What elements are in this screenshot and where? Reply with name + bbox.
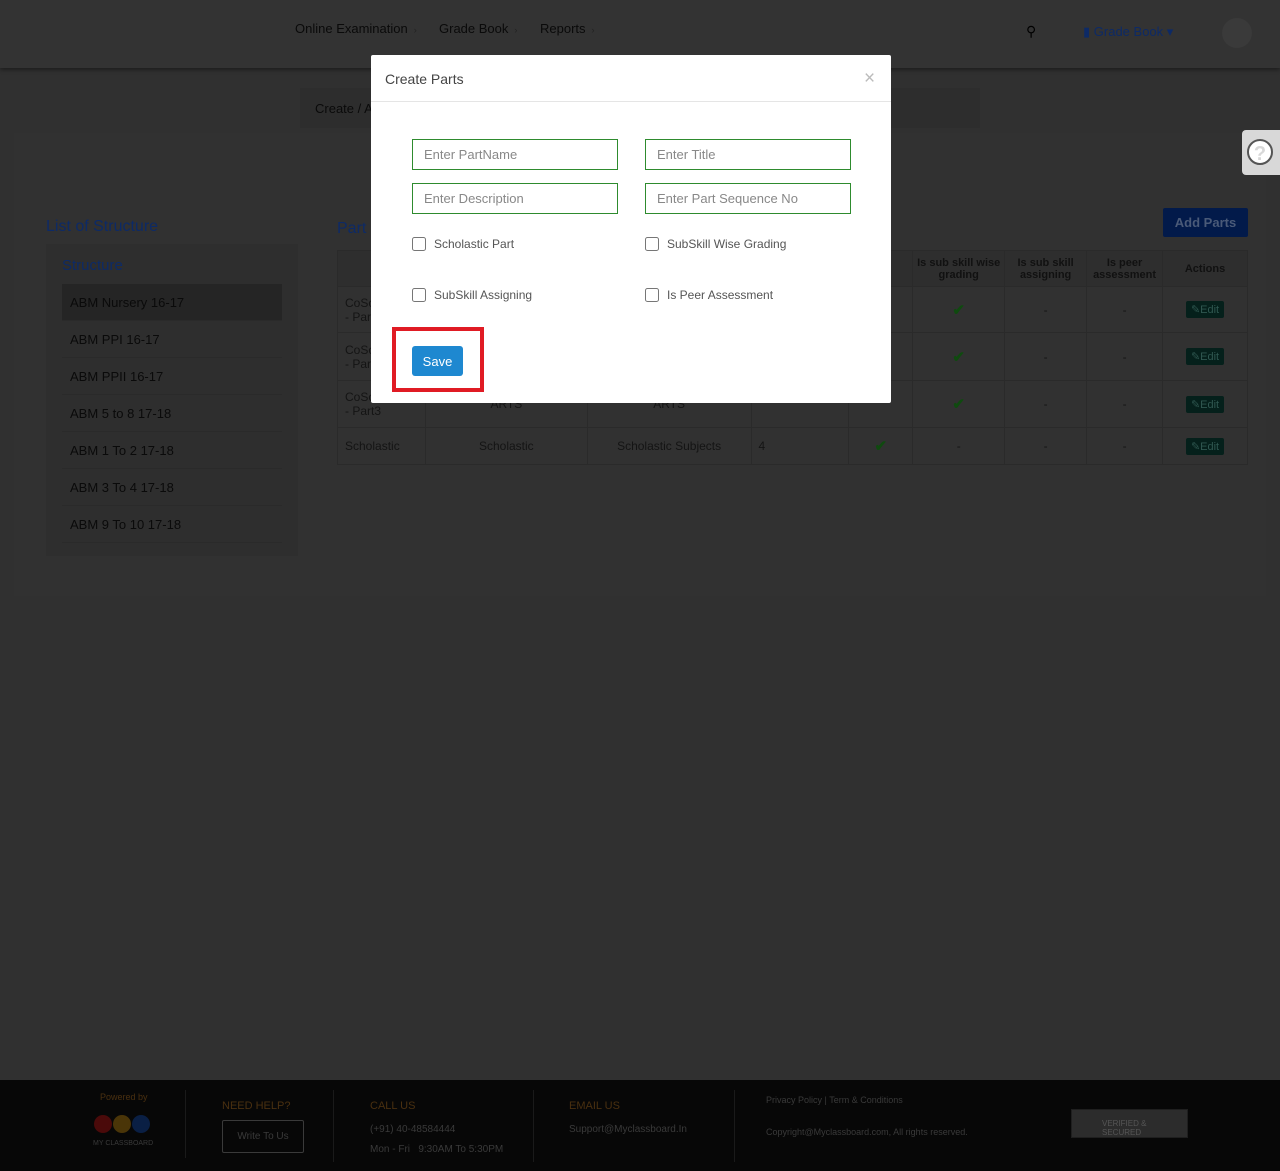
checkbox-label: Is Peer Assessment xyxy=(667,288,774,302)
checkbox-label: SubSkill Wise Grading xyxy=(667,237,787,251)
table-cell: ✔ xyxy=(912,380,1006,428)
email-us-heading: EMAIL US xyxy=(569,1100,620,1112)
table-cell: - xyxy=(912,427,1006,465)
structure-item[interactable]: ABM 5 to 8 17-18 xyxy=(62,395,282,432)
chevron-right-icon: › xyxy=(514,25,518,35)
logo-text: MY CLASSBOARD xyxy=(93,1140,154,1147)
checkbox[interactable] xyxy=(645,288,659,302)
part-name-input[interactable] xyxy=(412,139,618,170)
column-header: Is peer assessment xyxy=(1086,250,1164,287)
table-cell: - xyxy=(1004,380,1088,428)
search-icon[interactable]: ⚲ xyxy=(1026,23,1036,40)
table-cell: - xyxy=(1086,286,1164,333)
powered-by: Powered by xyxy=(100,1092,148,1102)
save-button[interactable]: Save xyxy=(412,346,463,376)
peer-assessment-checkbox[interactable]: Is Peer Assessment xyxy=(645,288,773,302)
chevron-right-icon: › xyxy=(413,25,417,35)
add-parts-button[interactable]: Add Parts xyxy=(1163,208,1248,237)
structure-item[interactable]: ABM 9 To 10 17-18 xyxy=(62,506,282,543)
table-cell: ✔ xyxy=(848,427,914,465)
checkbox[interactable] xyxy=(412,288,426,302)
column-header: Is sub skill assigning xyxy=(1004,250,1088,287)
privacy-policy-link[interactable]: Privacy Policy xyxy=(766,1095,822,1105)
table-cell: - xyxy=(1004,332,1088,381)
footer: Powered by MY CLASSBOARD NEED HELP? Writ… xyxy=(0,1080,1280,1171)
table-cell: Scholastic Subjects xyxy=(586,427,752,465)
actions-cell: ✎Edit xyxy=(1162,332,1248,381)
nav-reports[interactable]: Reports › xyxy=(540,21,595,36)
nav-grade-book[interactable]: Grade Book › xyxy=(439,21,517,36)
breadcrumb[interactable]: Create / A xyxy=(315,101,373,116)
modal-title: Create Parts xyxy=(385,71,464,87)
column-header: Actions xyxy=(1162,250,1248,287)
book-icon: ▮ xyxy=(1083,24,1091,39)
table-cell: - xyxy=(1086,332,1164,381)
nav-online-examination[interactable]: Online Examination › xyxy=(295,21,417,36)
nav-label: Reports xyxy=(540,21,586,36)
actions-cell: ✎Edit xyxy=(1162,380,1248,428)
table-cell: ✔ xyxy=(912,332,1006,381)
subskill-assigning-checkbox[interactable]: SubSkill Assigning xyxy=(412,288,532,302)
structure-item[interactable]: ABM PPII 16-17 xyxy=(62,358,282,395)
actions-cell: ✎Edit xyxy=(1162,427,1248,465)
edit-button[interactable]: ✎Edit xyxy=(1185,395,1225,413)
checkbox-label: SubSkill Assigning xyxy=(434,288,533,302)
actions-cell: ✎Edit xyxy=(1162,286,1248,333)
table-cell: - xyxy=(1086,380,1164,428)
chevron-right-icon: › xyxy=(591,25,595,35)
terms-link[interactable]: Term & Conditions xyxy=(829,1095,903,1105)
structure-item[interactable]: ABM Nursery 16-17 xyxy=(62,284,282,321)
parts-title: Part xyxy=(337,220,367,237)
table-cell: - xyxy=(1086,427,1164,465)
checkbox[interactable] xyxy=(412,237,426,251)
checkbox[interactable] xyxy=(645,237,659,251)
copyright: Copyright@Myclassboard.com, All rights r… xyxy=(766,1127,968,1137)
table-cell: ✔ xyxy=(912,286,1006,333)
table-cell: 4 xyxy=(750,427,850,465)
avatar[interactable] xyxy=(1222,18,1252,48)
table-row: Scholastic Scholastic Scholastic Subjects 4… xyxy=(337,427,1248,465)
scholastic-part-checkbox[interactable]: Scholastic Part xyxy=(412,237,514,251)
module-label: Grade Book xyxy=(1093,24,1164,39)
edit-button[interactable]: ✎Edit xyxy=(1185,301,1225,318)
sequence-input[interactable] xyxy=(645,183,851,214)
security-badge: VERIFIED & SECURED xyxy=(1071,1109,1188,1138)
call-us-heading: CALL US xyxy=(370,1100,416,1112)
phone-number: (+91) 40-48584444 xyxy=(370,1124,456,1135)
structure-item[interactable]: ABM 1 To 2 17-18 xyxy=(62,432,282,469)
structure-heading: Structure xyxy=(62,257,123,274)
structure-item[interactable]: ABM 3 To 4 17-18 xyxy=(62,469,282,506)
subskill-wise-grading-checkbox[interactable]: SubSkill Wise Grading xyxy=(645,237,786,251)
table-cell: Scholastic xyxy=(424,427,588,465)
close-icon[interactable]: × xyxy=(864,68,875,90)
table-cell: - xyxy=(1004,286,1088,333)
table-cell: - xyxy=(1004,427,1088,465)
question-icon: ? xyxy=(1247,139,1273,165)
badge-text: VERIFIED & SECURED xyxy=(1102,1119,1147,1137)
support-hours: Mon - Fri 9:30AM To 5:30PM xyxy=(370,1144,504,1155)
description-input[interactable] xyxy=(412,183,618,214)
modal-header: Create Parts × xyxy=(371,55,891,102)
table-cell: Scholastic xyxy=(337,427,426,465)
help-button[interactable]: ? xyxy=(1242,130,1280,175)
nav-label: Online Examination xyxy=(295,21,408,36)
myclassboard-logo xyxy=(94,1115,150,1133)
need-help-heading: NEED HELP? xyxy=(222,1100,291,1112)
checkbox-label: Scholastic Part xyxy=(434,237,515,251)
edit-button[interactable]: ✎Edit xyxy=(1185,437,1225,455)
write-to-us-button[interactable]: Write To Us xyxy=(222,1120,304,1153)
support-email[interactable]: Support@Myclassboard.In xyxy=(569,1124,687,1135)
column-header: Is sub skill wise grading xyxy=(912,250,1006,287)
title-input[interactable] xyxy=(645,139,851,170)
nav-label: Grade Book xyxy=(439,21,509,36)
module-dropdown[interactable]: ▮ Grade Book ▾ xyxy=(1083,24,1173,40)
edit-button[interactable]: ✎Edit xyxy=(1185,348,1225,365)
create-parts-modal: Create Parts × Scholastic Part SubSkill … xyxy=(371,55,891,403)
list-of-structure-title: List of Structure xyxy=(46,218,159,235)
structure-item[interactable]: ABM PPI 16-17 xyxy=(62,321,282,358)
